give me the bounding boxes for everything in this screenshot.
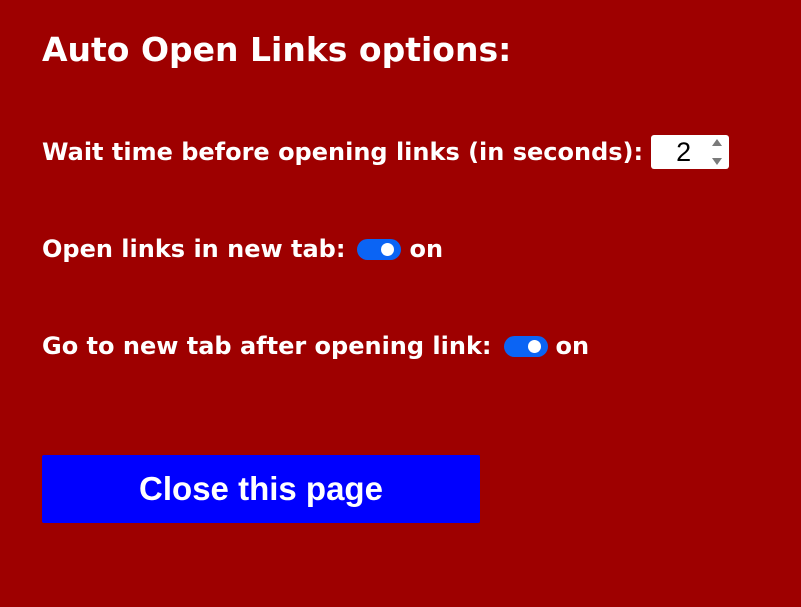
open-new-tab-row: Open links in new tab: on: [42, 229, 443, 269]
triangle-down-icon[interactable]: [712, 158, 723, 165]
wait-time-spinner[interactable]: [711, 139, 723, 165]
open-new-tab-toggle[interactable]: [357, 238, 402, 260]
go-to-new-tab-toggle[interactable]: [503, 335, 548, 357]
wait-time-row: Wait time before opening links (in secon…: [42, 132, 730, 172]
go-to-new-tab-row: Go to new tab after opening link: on: [42, 326, 589, 366]
close-page-button[interactable]: Close this page: [42, 455, 480, 523]
options-page: Auto Open Links options: Wait time befor…: [42, 0, 782, 607]
triangle-up-icon[interactable]: [712, 139, 723, 146]
go-to-new-tab-state: on: [555, 332, 590, 360]
toggle-knob: [527, 339, 541, 353]
open-new-tab-label: Open links in new tab:: [42, 235, 346, 263]
open-new-tab-state: on: [409, 235, 444, 263]
go-to-new-tab-label: Go to new tab after opening link:: [42, 332, 492, 360]
wait-time-label: Wait time before opening links (in secon…: [42, 138, 644, 166]
wait-time-value[interactable]: 2: [651, 135, 691, 169]
wait-time-input[interactable]: 2: [651, 135, 730, 169]
page-title: Auto Open Links options:: [42, 30, 512, 69]
toggle-knob: [381, 242, 395, 256]
